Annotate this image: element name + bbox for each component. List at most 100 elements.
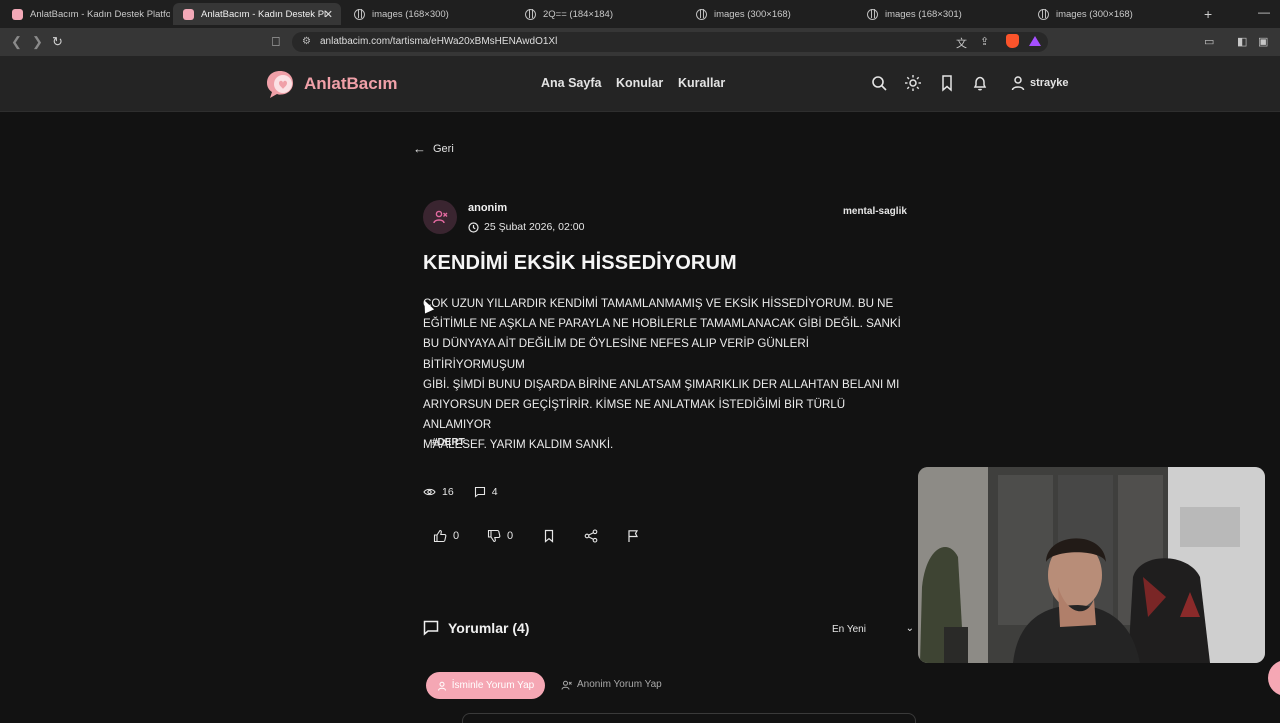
browser-tab[interactable]: images (168×300) xyxy=(344,3,512,25)
site-header: AnlatBacım Ana Sayfa Konular Kurallar st… xyxy=(0,56,1280,112)
named-comment-label: İsminle Yorum Yap xyxy=(451,680,535,691)
bookmark-page-icon[interactable]: ⎕ xyxy=(272,34,280,50)
logo-icon[interactable] xyxy=(265,69,297,99)
browser-tab-active[interactable]: AnlatBacım - Kadın Destek Platf ✕ xyxy=(173,3,341,25)
forward-arrow-icon[interactable]: ❯ xyxy=(32,34,43,50)
tab-title: images (300×168) xyxy=(714,8,791,20)
sun-icon[interactable] xyxy=(904,74,922,92)
logo-text[interactable]: AnlatBacım xyxy=(304,74,398,94)
browser-tab[interactable]: images (168×301) xyxy=(857,3,1025,25)
dislike-count: 0 xyxy=(507,530,514,542)
eye-icon xyxy=(423,488,436,496)
username-label[interactable]: strayke xyxy=(1030,77,1069,89)
anonymous-user-icon xyxy=(433,210,448,224)
panel-icon[interactable]: ◧ xyxy=(1237,35,1247,48)
arrow-left-icon: ← xyxy=(413,141,426,156)
sort-select[interactable]: En Yeni ⌄ xyxy=(832,623,914,635)
browser-tab[interactable]: AnlatBacım - Kadın Destek Platformu xyxy=(2,3,170,25)
user-icon[interactable] xyxy=(1009,74,1027,92)
globe-icon xyxy=(1038,8,1049,20)
globe-icon xyxy=(354,8,365,20)
dislike-button[interactable]: 0 xyxy=(487,529,513,543)
comment-count: 4 xyxy=(491,486,498,498)
browser-tab[interactable]: images (300×168) xyxy=(686,3,854,25)
anonymous-comment-label: Anonim Yorum Yap xyxy=(577,679,662,690)
reload-icon[interactable]: ↻ xyxy=(52,34,63,50)
anonymous-user-icon xyxy=(561,680,572,690)
user-icon xyxy=(437,681,446,691)
browser-tab-bar: AnlatBacım - Kadın Destek Platformu Anla… xyxy=(0,0,1280,28)
post-stats: 16 4 xyxy=(423,486,498,498)
nav-link-topics[interactable]: Konular xyxy=(616,76,663,90)
browser-toolbar: ❮ ❯ ↻ ⎕ ⚙ anlatbacim.com/tartisma/eHWa20… xyxy=(0,28,1280,56)
globe-icon xyxy=(696,8,707,20)
site-info-icon[interactable]: ⚙ xyxy=(302,36,311,47)
post-body-line: BU DÜNYAYA AİT DEĞİLİM DE ÖYLESİNE NEFES… xyxy=(423,337,809,371)
bell-icon[interactable] xyxy=(971,74,989,92)
tab-title: images (168×300) xyxy=(372,8,449,20)
chevron-down-icon: ⌄ xyxy=(905,623,914,634)
webcam-video-frame xyxy=(918,467,1265,663)
new-tab-button[interactable]: + xyxy=(1204,6,1212,22)
named-comment-button[interactable]: İsminle Yorum Yap xyxy=(426,672,545,699)
browser-tab[interactable]: images (300×168) xyxy=(1028,3,1196,25)
bookmark-icon[interactable] xyxy=(938,74,956,92)
tab-title: AnlatBacım - Kadın Destek Platf xyxy=(201,8,326,20)
search-icon[interactable] xyxy=(870,74,888,92)
share-icon[interactable]: ⇪ xyxy=(980,35,989,48)
comments-heading: Yorumlar (4) xyxy=(423,620,529,636)
wallet-icon[interactable]: ▣ xyxy=(1258,35,1268,48)
floating-action-button[interactable] xyxy=(1268,660,1280,696)
thumbs-up-icon xyxy=(433,529,447,543)
post-date-text: 25 Şubat 2026, 02:00 xyxy=(484,221,585,233)
comments-icon xyxy=(423,620,439,636)
avatar xyxy=(423,200,457,234)
anonymous-comment-button[interactable]: Anonim Yorum Yap xyxy=(561,679,662,690)
nav-link-rules[interactable]: Kurallar xyxy=(678,76,725,90)
minimize-button[interactable]: — xyxy=(1258,5,1270,19)
post-author: anonim xyxy=(468,202,508,214)
url-text: anlatbacim.com/tartisma/eHWa20xBMsHENAwd… xyxy=(320,36,558,47)
comment-icon xyxy=(474,486,485,498)
post-body-line: ÇOK UZUN YILLARDIR KENDİMİ TAMAMLANMAMIŞ… xyxy=(423,297,894,310)
sidebar-toggle-icon[interactable]: ▭ xyxy=(1204,35,1214,48)
comments-title: Yorumlar (4) xyxy=(448,620,530,636)
like-button[interactable]: 0 xyxy=(433,529,459,543)
post-body-line: GİBİ. ŞİMDİ BUNU DIŞARDA BİRİNE ANLATSAM… xyxy=(423,377,900,391)
bookmark-post-icon[interactable] xyxy=(542,529,556,543)
close-icon[interactable]: ✕ xyxy=(324,8,333,21)
tab-title: images (168×301) xyxy=(885,8,962,20)
tab-title: images (300×168) xyxy=(1056,8,1133,20)
url-field[interactable]: ⚙ anlatbacim.com/tartisma/eHWa20xBMsHENA… xyxy=(292,32,1048,52)
post-tag[interactable]: #DERT xyxy=(432,437,465,448)
site-favicon-icon xyxy=(183,8,194,20)
comment-textarea[interactable] xyxy=(462,713,916,723)
back-link[interactable]: ← Geri xyxy=(413,141,454,156)
tab-title: AnlatBacım - Kadın Destek Platformu xyxy=(30,8,170,20)
translate-icon[interactable]: 文 xyxy=(956,35,967,51)
clock-icon xyxy=(468,221,479,233)
tab-title: 2Q== (184×184) xyxy=(543,8,613,20)
site-favicon-icon xyxy=(12,8,23,20)
sort-value: En Yeni xyxy=(832,624,866,635)
flag-icon[interactable] xyxy=(626,529,640,543)
brave-shields-icon[interactable] xyxy=(1006,34,1019,48)
browser-tab[interactable]: 2Q== (184×184) xyxy=(515,3,683,25)
brave-rewards-icon[interactable] xyxy=(1029,36,1041,46)
share-post-icon[interactable] xyxy=(584,529,598,543)
webcam-overlay xyxy=(918,467,1265,663)
nav-link-home[interactable]: Ana Sayfa xyxy=(541,76,601,90)
back-arrow-icon[interactable]: ❮ xyxy=(11,34,22,50)
post-body-line: MAALESEF. YARIM KALDIM SANKİ. xyxy=(423,438,614,452)
thumbs-down-icon xyxy=(487,529,501,543)
post-body-line: ARIYORSUN DER GEÇİŞTİRİR. KİMSE NE ANLAT… xyxy=(423,398,846,432)
post-title: KENDİMİ EKSİK HİSSEDİYORUM xyxy=(423,252,737,274)
category-badge[interactable]: mental-saglik xyxy=(843,206,907,217)
globe-icon xyxy=(525,8,536,20)
post-body: ÇOK UZUN YILLARDIR KENDİMİ TAMAMLANMAMIŞ… xyxy=(423,294,913,456)
globe-icon xyxy=(867,8,878,20)
post-body-line: EĞİTİMLE NE AŞKLA NE PARAYLA NE HOBİLERL… xyxy=(423,317,901,331)
back-label: Geri xyxy=(433,142,454,155)
like-count: 0 xyxy=(453,530,460,542)
post-date: 25 Şubat 2026, 02:00 xyxy=(468,221,584,233)
